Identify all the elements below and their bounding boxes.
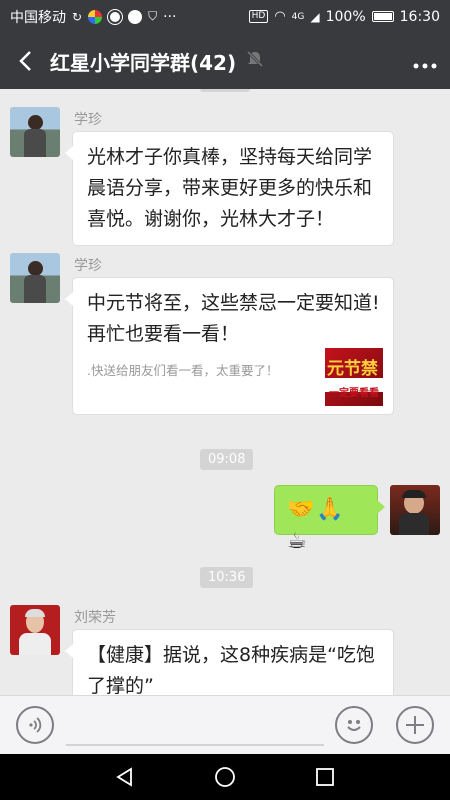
plus-button[interactable] bbox=[396, 706, 434, 744]
status-bar: 中国移动 ↻ ⛉ ··· HD ◠ 4G ◢ 100% 16:30 bbox=[0, 0, 450, 33]
wifi-icon: ◠ bbox=[274, 9, 286, 24]
battery-icon bbox=[371, 11, 394, 22]
message-text: 光林才子你真棒，坚持每天给同学晨语分享，带来更好更多的快乐和喜悦。谢谢你，光林大… bbox=[87, 146, 373, 230]
message-input[interactable] bbox=[66, 704, 324, 746]
emoji-face-icon bbox=[347, 720, 361, 731]
more-dots-icon bbox=[413, 63, 437, 69]
emoji-button[interactable] bbox=[335, 706, 373, 744]
bell-mute-icon bbox=[246, 50, 264, 72]
avatar[interactable] bbox=[10, 605, 60, 655]
sender-name: 学珍 bbox=[74, 258, 102, 274]
app-notification-icon bbox=[88, 9, 103, 24]
timestamp: 10:36 bbox=[200, 567, 254, 588]
avatar[interactable] bbox=[10, 253, 60, 303]
shield-notification-icon: ⛉ bbox=[148, 9, 158, 23]
message-text: 【健康】据说，这8种疾病是“吃饱了撑的” bbox=[87, 644, 375, 695]
emoji-text: 🤝🙏☕ bbox=[287, 497, 346, 554]
battery-percent: 100% bbox=[325, 8, 366, 25]
nav-home-button[interactable] bbox=[195, 754, 255, 800]
hd-badge: HD bbox=[248, 10, 269, 23]
timestamp: 09:08 bbox=[200, 449, 254, 470]
chat-title: 红星小学同学群(42) bbox=[50, 50, 237, 75]
avatar[interactable] bbox=[10, 107, 60, 157]
voice-button[interactable] bbox=[16, 706, 54, 744]
nav-recents-button[interactable] bbox=[295, 754, 355, 800]
signal-bars-icon: ◢ bbox=[310, 9, 320, 24]
link-card[interactable]: 中元节将至，这些禁忌一定要知道! 再忙也要看一看！ .快送给朋友们看一看，太重要… bbox=[65, 277, 394, 415]
nav-back-triangle-icon bbox=[116, 767, 132, 787]
avatar[interactable] bbox=[390, 485, 440, 535]
message-item: 刘荣芳 【健康】据说，这8种疾病是“吃饱了撑的” bbox=[0, 605, 450, 695]
link-card-title: 中元节将至，这些禁忌一定要知道! 再忙也要看一看！ bbox=[87, 292, 380, 345]
message-list[interactable]: 学珍 光林才子你真棒，坚持每天给同学晨语分享，带来更好更多的快乐和喜悦。谢谢你，… bbox=[0, 89, 450, 695]
sender-name: 学珍 bbox=[74, 112, 102, 128]
back-button[interactable] bbox=[0, 33, 50, 89]
voice-icon bbox=[29, 717, 42, 733]
nav-back-button[interactable] bbox=[95, 754, 155, 800]
sender-name: 刘荣芳 bbox=[74, 610, 116, 626]
link-card-thumbnail: 元节禁 一定要看看 bbox=[325, 348, 383, 406]
nav-recents-square-icon bbox=[316, 768, 334, 786]
previous-message-edge bbox=[200, 89, 250, 92]
input-bar bbox=[0, 695, 450, 754]
message-bubble[interactable]: 🤝🙏☕ bbox=[274, 485, 385, 554]
nav-home-circle-icon bbox=[215, 767, 235, 787]
baidu-notification-icon bbox=[128, 9, 143, 24]
more-button[interactable] bbox=[400, 47, 450, 75]
clock: 16:30 bbox=[399, 8, 440, 25]
plus-icon bbox=[406, 716, 424, 734]
message-item: 学珍 光林才子你真棒，坚持每天给同学晨语分享，带来更好更多的快乐和喜悦。谢谢你，… bbox=[0, 107, 450, 246]
message-bubble[interactable]: 【健康】据说，这8种疾病是“吃饱了撑的” bbox=[65, 629, 394, 695]
system-nav-bar bbox=[0, 754, 450, 800]
link-card-description: .快送给朋友们看一看，太重要了！ bbox=[87, 363, 279, 378]
chat-header: 红星小学同学群(42) bbox=[0, 33, 450, 89]
weibo-notification-icon bbox=[108, 9, 123, 24]
signal-loop-icon: ↻ bbox=[72, 9, 83, 24]
message-bubble[interactable]: 光林才子你真棒，坚持每天给同学晨语分享，带来更好更多的快乐和喜悦。谢谢你，光林大… bbox=[65, 131, 394, 246]
carrier-label: 中国移动 bbox=[10, 9, 66, 26]
network-type: 4G bbox=[291, 11, 305, 22]
more-notifications: ··· bbox=[163, 8, 177, 25]
input-underline bbox=[66, 744, 324, 746]
message-item: 🤝🙏☕ bbox=[0, 485, 450, 554]
back-arrow-icon bbox=[19, 51, 31, 71]
message-item: 学珍 中元节将至，这些禁忌一定要知道! 再忙也要看一看！ .快送给朋友们看一看，… bbox=[0, 253, 450, 423]
thumbnail-subtext: 一定要看看 bbox=[325, 378, 383, 399]
